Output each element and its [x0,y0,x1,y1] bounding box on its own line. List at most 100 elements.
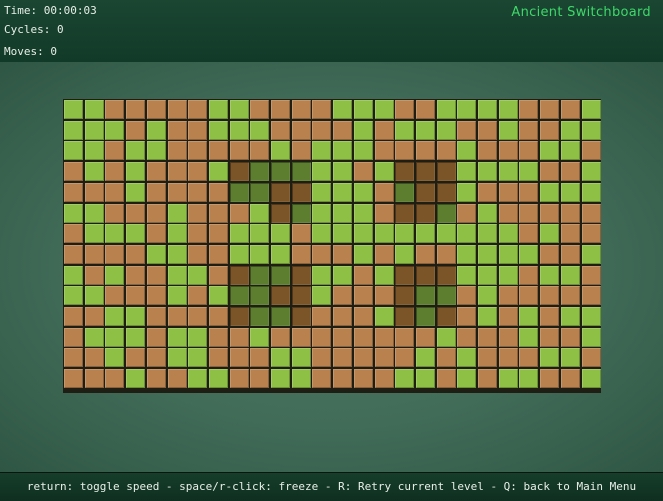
switch-tile[interactable] [168,100,187,119]
switch-tile[interactable] [209,224,228,243]
switch-tile[interactable] [126,121,145,140]
switch-tile[interactable] [168,348,187,367]
switch-tile[interactable] [354,286,373,305]
switch-tile[interactable] [147,266,166,285]
switch-tile[interactable] [457,245,476,264]
switch-tile[interactable] [188,224,207,243]
switch-tile[interactable] [395,328,414,347]
switch-tile[interactable] [561,266,580,285]
switch-tile[interactable] [64,183,83,202]
frozen-switch-tile[interactable] [292,307,311,326]
switch-tile[interactable] [478,162,497,181]
switch-tile[interactable] [85,245,104,264]
switch-tile[interactable] [292,141,311,160]
frozen-switch-tile[interactable] [271,286,290,305]
switch-tile[interactable] [354,328,373,347]
frozen-switch-tile[interactable] [395,266,414,285]
switch-tile[interactable] [354,348,373,367]
switch-tile[interactable] [540,307,559,326]
switch-tile[interactable] [416,245,435,264]
switch-tile[interactable] [64,266,83,285]
switch-tile[interactable] [230,369,249,388]
frozen-switch-tile[interactable] [395,307,414,326]
switch-tile[interactable] [271,141,290,160]
switch-tile[interactable] [230,245,249,264]
frozen-switch-tile[interactable] [395,286,414,305]
frozen-switch-tile[interactable] [230,266,249,285]
switch-tile[interactable] [126,183,145,202]
switch-tile[interactable] [230,141,249,160]
frozen-switch-tile[interactable] [437,286,456,305]
switch-tile[interactable] [478,307,497,326]
switch-tile[interactable] [64,307,83,326]
frozen-switch-tile[interactable] [271,307,290,326]
switch-tile[interactable] [561,141,580,160]
switch-tile[interactable] [188,162,207,181]
switch-tile[interactable] [333,162,352,181]
switch-tile[interactable] [147,141,166,160]
switch-tile[interactable] [375,224,394,243]
switch-tile[interactable] [147,100,166,119]
switch-tile[interactable] [188,121,207,140]
switch-tile[interactable] [64,141,83,160]
switch-tile[interactable] [457,100,476,119]
frozen-switch-tile[interactable] [437,266,456,285]
switch-tile[interactable] [126,100,145,119]
switch-tile[interactable] [499,369,518,388]
switch-tile[interactable] [64,100,83,119]
switch-tile[interactable] [519,162,538,181]
switch-tile[interactable] [105,307,124,326]
switch-tile[interactable] [250,245,269,264]
switch-tile[interactable] [188,100,207,119]
switch-tile[interactable] [582,141,601,160]
switch-tile[interactable] [168,204,187,223]
switch-tile[interactable] [209,348,228,367]
switch-tile[interactable] [519,245,538,264]
switch-tile[interactable] [437,100,456,119]
switch-tile[interactable] [416,224,435,243]
switch-tile[interactable] [499,162,518,181]
switch-tile[interactable] [209,328,228,347]
switch-tile[interactable] [354,183,373,202]
switch-tile[interactable] [271,245,290,264]
switch-tile[interactable] [64,204,83,223]
switch-tile[interactable] [188,328,207,347]
switch-tile[interactable] [168,245,187,264]
switch-tile[interactable] [147,286,166,305]
switch-tile[interactable] [333,121,352,140]
switch-tile[interactable] [230,328,249,347]
switch-tile[interactable] [168,224,187,243]
frozen-switch-tile[interactable] [292,183,311,202]
switch-tile[interactable] [457,183,476,202]
switch-tile[interactable] [271,100,290,119]
switch-tile[interactable] [64,348,83,367]
switch-tile[interactable] [395,121,414,140]
switch-tile[interactable] [147,348,166,367]
switch-tile[interactable] [230,100,249,119]
switch-tile[interactable] [292,121,311,140]
switch-tile[interactable] [561,286,580,305]
switch-tile[interactable] [188,266,207,285]
frozen-switch-tile[interactable] [416,307,435,326]
switch-tile[interactable] [395,348,414,367]
switch-tile[interactable] [333,245,352,264]
switch-tile[interactable] [499,266,518,285]
switch-tile[interactable] [292,224,311,243]
switch-tile[interactable] [561,183,580,202]
switch-tile[interactable] [209,245,228,264]
switch-tile[interactable] [354,100,373,119]
switch-tile[interactable] [540,224,559,243]
switch-tile[interactable] [168,266,187,285]
switch-tile[interactable] [375,100,394,119]
switch-tile[interactable] [499,224,518,243]
switch-tile[interactable] [416,121,435,140]
switch-tile[interactable] [250,328,269,347]
frozen-switch-tile[interactable] [437,162,456,181]
switch-tile[interactable] [209,121,228,140]
switch-tile[interactable] [333,328,352,347]
switch-tile[interactable] [519,286,538,305]
switch-tile[interactable] [457,266,476,285]
switch-tile[interactable] [250,100,269,119]
switch-tile[interactable] [499,141,518,160]
frozen-switch-tile[interactable] [416,286,435,305]
